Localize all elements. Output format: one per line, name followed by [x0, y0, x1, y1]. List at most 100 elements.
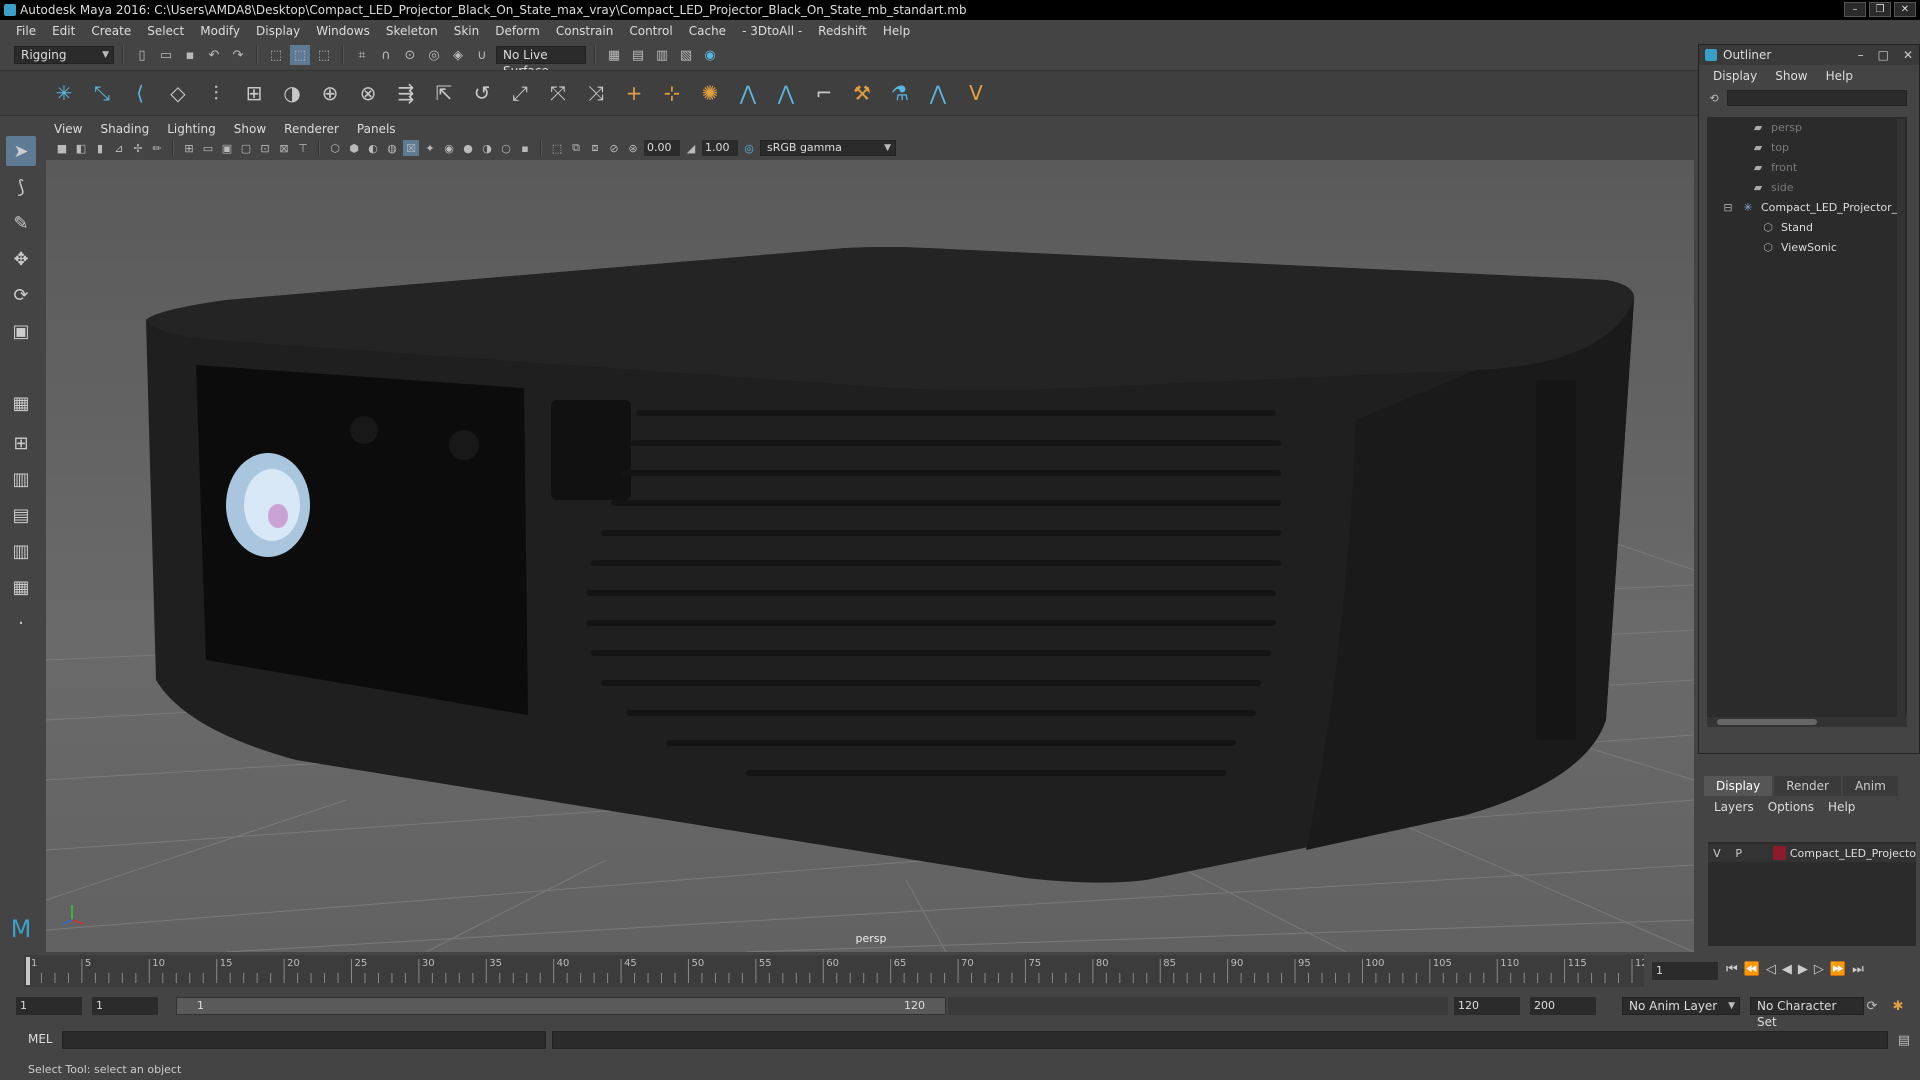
gamma-icon[interactable]: ◢	[683, 140, 699, 156]
maximize-button[interactable]: ❐	[1869, 2, 1891, 17]
select-object-icon[interactable]: ⬚	[290, 45, 310, 65]
exposure-field[interactable]: 0.00	[644, 140, 680, 156]
layer-playback[interactable]: P	[1730, 847, 1748, 860]
menu-windows[interactable]: Windows	[308, 24, 378, 38]
scrollbar-thumb[interactable]	[1717, 719, 1817, 725]
persp-outliner-icon[interactable]: ▥	[6, 536, 36, 566]
menu-skin[interactable]: Skin	[446, 24, 488, 38]
minimize-button[interactable]: –	[1844, 2, 1866, 17]
ipr-render-icon[interactable]: ▥	[652, 45, 672, 65]
step-back-key-icon[interactable]: ⏪	[1744, 962, 1760, 977]
redo-icon[interactable]: ↷	[228, 45, 248, 65]
layer-menu-help[interactable]: Help	[1828, 800, 1855, 814]
collapse-icon[interactable]: ⊟	[1721, 201, 1735, 214]
playback-start-field[interactable]: 1	[92, 997, 158, 1015]
side-by-side-icon[interactable]: ▥	[6, 464, 36, 494]
exposure-icon[interactable]: ⊛	[625, 140, 641, 156]
snap-surface-icon[interactable]: ◈	[448, 45, 468, 65]
isolate-select-icon[interactable]: ⬚	[549, 140, 565, 156]
resolution-gate-icon[interactable]: ▣	[219, 140, 235, 156]
panel-menu-renderer[interactable]: Renderer	[284, 122, 339, 136]
colorspace-dropdown[interactable]: sRGB gamma ▼	[760, 140, 896, 156]
color-management-icon[interactable]: ◎	[741, 140, 757, 156]
layout-extra-icon[interactable]: ·	[6, 608, 36, 638]
menu-redshift[interactable]: Redshift	[810, 24, 875, 38]
live-surface-field[interactable]: No Live Surface	[496, 46, 586, 78]
render-settings-icon[interactable]: ▧	[676, 45, 696, 65]
hik-icon[interactable]: ⋀	[734, 79, 762, 107]
snap-view-icon[interactable]: ◎	[424, 45, 444, 65]
go-to-end-icon[interactable]: ⏭	[1852, 962, 1864, 977]
play-forwards-icon[interactable]: ▶	[1798, 962, 1808, 977]
panel-menu-lighting[interactable]: Lighting	[167, 122, 216, 136]
backface-icon[interactable]: ⊘	[606, 140, 622, 156]
twist-icon[interactable]: V	[962, 79, 990, 107]
menuset-dropdown[interactable]: Rigging ▼	[14, 46, 114, 64]
rotate-tool-icon[interactable]: ⟳	[6, 280, 36, 310]
menu-create[interactable]: Create	[83, 24, 139, 38]
outliner-menu-help[interactable]: Help	[1826, 69, 1853, 83]
animation-preferences-icon[interactable]: ✱	[1888, 996, 1908, 1016]
screen-space-ao-icon[interactable]: ◉	[441, 140, 457, 156]
outliner-item-viewsonic[interactable]: ⬡ ViewSonic	[1707, 237, 1907, 257]
outliner-vertical-scrollbar[interactable]	[1897, 119, 1905, 723]
menu-cache[interactable]: Cache	[681, 24, 734, 38]
snap-point-icon[interactable]: ⊙	[400, 45, 420, 65]
lasso-tool-icon[interactable]: ⟆	[6, 172, 36, 202]
outliner-horizontal-scrollbar[interactable]	[1707, 717, 1907, 727]
outliner-menu-display[interactable]: Display	[1713, 69, 1757, 83]
hik-tool-icon[interactable]: ⋀	[924, 79, 952, 107]
viewport-persp[interactable]: persp	[46, 160, 1694, 952]
maximize-icon[interactable]: □	[1878, 45, 1889, 65]
camera-attributes-icon[interactable]: ◧	[73, 140, 89, 156]
motion-blur-icon[interactable]: ●	[460, 140, 476, 156]
use-all-lights-icon[interactable]: ☒	[403, 140, 419, 156]
layer-color-swatch[interactable]	[1773, 846, 1786, 860]
menu-modify[interactable]: Modify	[192, 24, 248, 38]
snap-grid-icon[interactable]: ⌗	[352, 45, 372, 65]
hik-character-icon[interactable]: ⋀	[772, 79, 800, 107]
close-icon[interactable]: ✕	[1903, 45, 1913, 65]
script-language-label[interactable]: MEL	[28, 1032, 53, 1046]
range-slider[interactable]: 1 120	[176, 997, 946, 1015]
outliner-item-front[interactable]: ▰ front	[1707, 157, 1907, 177]
paint-select-tool-icon[interactable]: ✎	[6, 208, 36, 238]
outliner-search-input[interactable]	[1727, 90, 1907, 106]
tab-render[interactable]: Render	[1774, 776, 1841, 796]
grease-pencil-icon[interactable]: ✏	[149, 140, 165, 156]
render-frame-icon[interactable]: ▤	[628, 45, 648, 65]
wireframe-icon[interactable]: ⬡	[327, 140, 343, 156]
outliner-item-side[interactable]: ▰ side	[1707, 177, 1907, 197]
bind-skin-icon[interactable]: ⊞	[240, 79, 268, 107]
open-scene-icon[interactable]: ▭	[156, 45, 176, 65]
menu-skeleton[interactable]: Skeleton	[378, 24, 446, 38]
layer-visibility[interactable]: V	[1708, 847, 1726, 860]
select-hierarchy-icon[interactable]: ⬚	[266, 45, 286, 65]
step-forward-frame-icon[interactable]: ▷	[1814, 962, 1824, 977]
hypershade-icon[interactable]: ◉	[700, 45, 720, 65]
create-joint-icon[interactable]: ✳	[50, 79, 78, 107]
auto-key-icon[interactable]: ⟳	[1862, 996, 1882, 1016]
snap-curve-icon[interactable]: ∩	[376, 45, 396, 65]
outliner-item-top[interactable]: ▰ top	[1707, 137, 1907, 157]
anti-alias-icon[interactable]: ◑	[479, 140, 495, 156]
wrap-deformer-icon[interactable]: ⌐	[810, 79, 838, 107]
orient-joint-icon[interactable]: ⫶	[202, 79, 230, 107]
pole-vector-icon[interactable]: ⤨	[582, 79, 610, 107]
shadows-icon[interactable]: ✦	[422, 140, 438, 156]
aim-constraint-icon[interactable]: ⇱	[430, 79, 458, 107]
menu-display[interactable]: Display	[248, 24, 308, 38]
parent-constraint-icon[interactable]: ⤧	[544, 79, 572, 107]
gamma-field[interactable]: 1.00	[702, 140, 738, 156]
blend-shape-icon[interactable]: ✺	[696, 79, 724, 107]
menu-constrain[interactable]: Constrain	[548, 24, 622, 38]
menu-control[interactable]: Control	[621, 24, 680, 38]
textured-icon[interactable]: ◍	[384, 140, 400, 156]
sculpt-deformer-icon[interactable]: ⚒	[848, 79, 876, 107]
mirror-joint-icon[interactable]: ◇	[164, 79, 192, 107]
xray-joints-icon[interactable]: ⧉	[568, 140, 584, 156]
panel-menu-view[interactable]: View	[54, 122, 82, 136]
panel-menu-panels[interactable]: Panels	[357, 122, 396, 136]
close-button[interactable]: ✕	[1894, 2, 1916, 17]
character-set-dropdown[interactable]: No Character Set	[1750, 997, 1864, 1029]
